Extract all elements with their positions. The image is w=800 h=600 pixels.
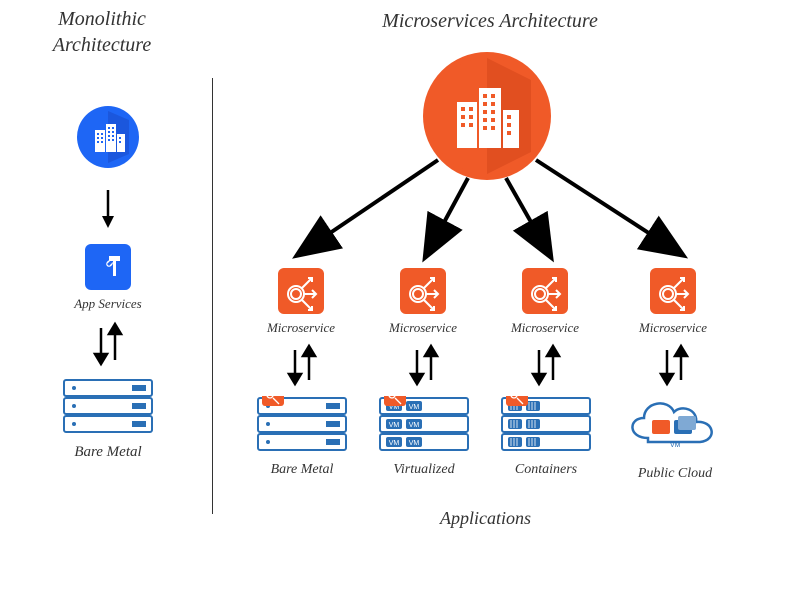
bare-metal-label-left: Bare Metal bbox=[58, 444, 158, 461]
fanout-arrows bbox=[230, 120, 770, 270]
app-services-icon bbox=[85, 244, 131, 290]
bidir-arrow-4 bbox=[654, 342, 694, 388]
svg-text:VM: VM bbox=[389, 440, 400, 447]
svg-text:VM: VM bbox=[409, 440, 420, 447]
arrow-down-icon bbox=[97, 188, 119, 230]
microservice-icon-3 bbox=[522, 268, 568, 314]
bidir-arrow-3 bbox=[526, 342, 566, 388]
enterprise-icon-blue bbox=[77, 106, 139, 168]
microservice-label-4: Microservice bbox=[628, 320, 718, 336]
svg-text:VM: VM bbox=[409, 422, 420, 429]
virtualized-icon: VM VM VM VM VM VM bbox=[378, 396, 470, 454]
svg-text:VM: VM bbox=[670, 442, 681, 449]
public-cloud-icon: VM bbox=[618, 388, 730, 460]
microservice-icon-1 bbox=[278, 268, 324, 314]
microservice-label-2: Microservice bbox=[378, 320, 468, 336]
applications-label: Applications bbox=[440, 508, 531, 529]
divider bbox=[212, 78, 213, 514]
microservice-icon-4 bbox=[650, 268, 696, 314]
microservice-label-1: Microservice bbox=[256, 320, 346, 336]
containers-icon bbox=[500, 396, 592, 454]
svg-text:VM: VM bbox=[389, 422, 400, 429]
dep-label-containers: Containers bbox=[496, 462, 596, 478]
dep-label-public-cloud: Public Cloud bbox=[620, 466, 730, 482]
svg-text:VM: VM bbox=[409, 404, 420, 411]
monolithic-title: Monolithic Architecture bbox=[22, 6, 182, 58]
microservice-label-3: Microservice bbox=[500, 320, 590, 336]
bidir-arrow-1 bbox=[282, 342, 322, 388]
bidir-arrow-2 bbox=[404, 342, 444, 388]
bare-metal-server-icon bbox=[62, 378, 154, 436]
microservice-icon-2 bbox=[400, 268, 446, 314]
microservices-title: Microservices Architecture bbox=[300, 10, 680, 33]
bidir-arrow-icon bbox=[87, 320, 129, 368]
bare-metal-icon bbox=[256, 396, 348, 454]
dep-label-bare-metal: Bare Metal bbox=[252, 462, 352, 478]
dep-label-virtualized: Virtualized bbox=[374, 462, 474, 478]
app-services-label: App Services bbox=[58, 296, 158, 312]
